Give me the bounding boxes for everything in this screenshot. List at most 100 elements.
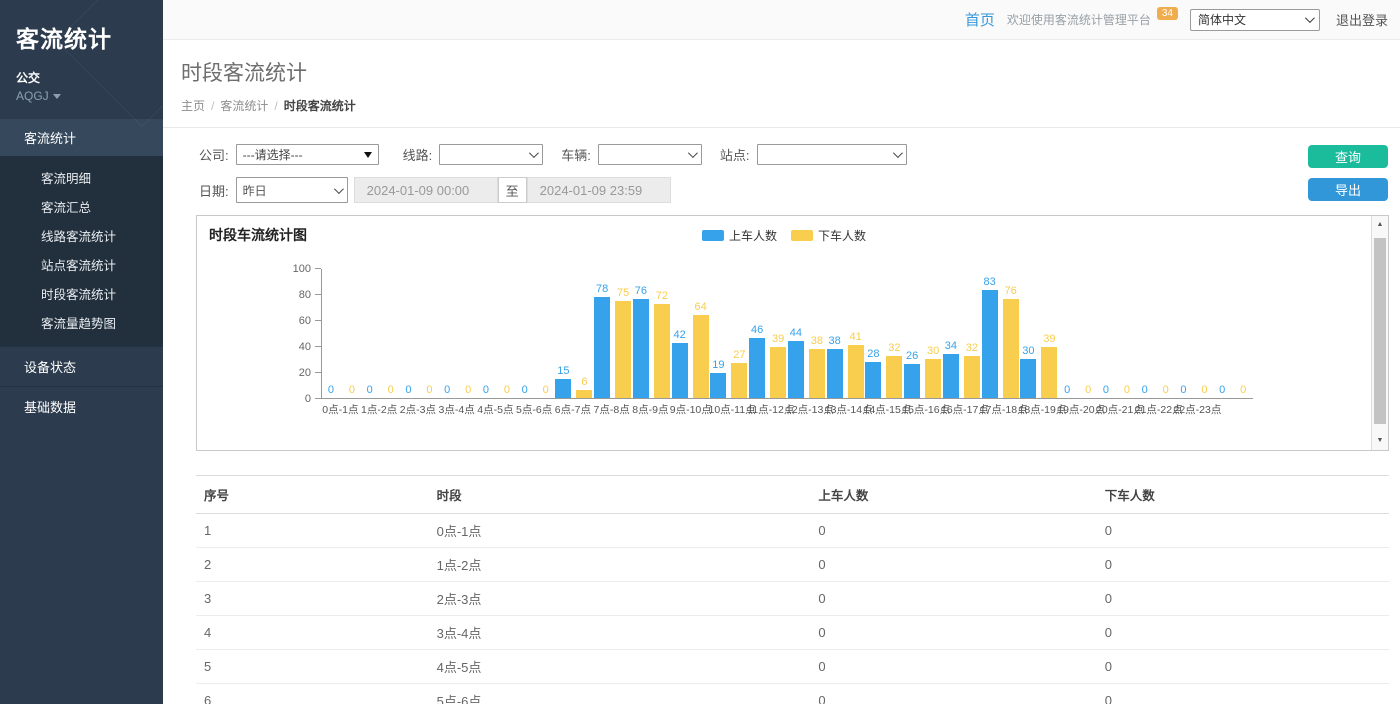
bar-column: 30 (925, 269, 941, 398)
date-to-input[interactable]: 2024-01-09 23:59 (527, 177, 671, 203)
scrollbar-thumb[interactable] (1374, 238, 1386, 424)
date-preset-select[interactable]: 昨日 (236, 177, 348, 203)
sidebar-subitem-客流量趋势图[interactable]: 客流量趋势图 (0, 308, 163, 337)
bar[interactable] (943, 354, 959, 398)
bar-column: 30 (1020, 269, 1036, 398)
sidebar-subitem-线路客流统计[interactable]: 线路客流统计 (0, 221, 163, 250)
app-root: 客流统计 公交 AQGJ 客流统计客流明细客流汇总线路客流统计站点客流统计时段客… (0, 0, 1400, 704)
bar-column: 0 (323, 269, 339, 398)
breadcrumb-item[interactable]: 主页 (181, 99, 205, 113)
bar-value-label: 34 (945, 340, 957, 352)
table-header-cell: 上车人数 (810, 476, 1096, 514)
table-row: 10点-1点00 (196, 514, 1389, 548)
legend-swatch-icon (791, 230, 813, 241)
bar[interactable] (555, 379, 571, 399)
logout-link[interactable]: 退出登录 (1336, 10, 1388, 29)
bar[interactable] (865, 362, 881, 398)
x-tick-label: 12点-13点 (786, 402, 825, 417)
bar-value-label: 0 (1064, 384, 1070, 396)
time-slot-table: 序号时段上车人数下车人数 10点-1点0021点-2点0032点-3点0043点… (196, 475, 1389, 704)
bar-column: 41 (848, 269, 864, 398)
language-select[interactable]: 简体中文 (1190, 9, 1320, 31)
bar-column: 0 (1196, 269, 1212, 398)
bar[interactable] (964, 356, 980, 398)
x-tick-label: 0点-1点 (321, 402, 360, 417)
bar[interactable] (693, 315, 709, 398)
bar[interactable] (1020, 359, 1036, 398)
company-select[interactable]: ---请选择--- (236, 144, 379, 165)
bar[interactable] (925, 359, 941, 398)
query-button[interactable]: 查询 (1308, 145, 1388, 168)
bar-column: 0 (1158, 269, 1174, 398)
date-label: 日期: (199, 181, 229, 200)
export-button[interactable]: 导出 (1308, 178, 1388, 201)
bar[interactable] (615, 301, 631, 399)
bar-value-label: 0 (1103, 384, 1109, 396)
bar[interactable] (1003, 299, 1019, 398)
chart-scrollbar[interactable]: ▲ ▼ (1371, 216, 1388, 450)
bar[interactable] (749, 338, 765, 398)
x-tick-label: 20点-21点 (1096, 402, 1135, 417)
breadcrumb-item[interactable]: 客流统计 (220, 99, 268, 113)
bar[interactable] (594, 297, 610, 398)
topbar-home-link[interactable]: 首页 (965, 9, 995, 30)
table-cell: 0 (1097, 582, 1389, 616)
bar[interactable] (827, 349, 843, 398)
sidebar-subitem-站点客流统计[interactable]: 站点客流统计 (0, 250, 163, 279)
sidebar-item-客流统计[interactable]: 客流统计 (0, 118, 163, 156)
table-cell: 0 (1097, 650, 1389, 684)
sidebar-subitem-客流汇总[interactable]: 客流汇总 (0, 192, 163, 221)
chart-legend: 上车人数下车人数 (702, 227, 866, 244)
legend-item[interactable]: 下车人数 (791, 227, 866, 244)
bar-column: 64 (693, 269, 709, 398)
bar-group: 3841 (826, 269, 865, 398)
station-select[interactable] (757, 144, 907, 165)
chart-y-axis: 020406080100 (209, 269, 321, 399)
bar-value-label: 46 (751, 324, 763, 336)
bar-column: 39 (770, 269, 786, 398)
bar-column: 0 (1137, 269, 1153, 398)
notification-badge[interactable]: 34 (1157, 7, 1178, 20)
bar[interactable] (633, 299, 649, 398)
bar[interactable] (710, 373, 726, 398)
date-from-input[interactable]: 2024-01-09 00:00 (354, 177, 498, 203)
table-cell: 1点-2点 (429, 548, 811, 582)
bar[interactable] (848, 345, 864, 398)
bar[interactable] (576, 390, 592, 398)
sidebar-subitem-时段客流统计[interactable]: 时段客流统计 (0, 279, 163, 308)
legend-item[interactable]: 上车人数 (702, 227, 777, 244)
sidebar-item-基础数据[interactable]: 基础数据 (0, 386, 163, 426)
bar-value-label: 64 (695, 301, 707, 313)
bar[interactable] (1041, 347, 1057, 398)
scroll-up-icon[interactable]: ▲ (1372, 217, 1388, 233)
table-cell: 0 (810, 650, 1096, 684)
table-cell: 0 (810, 616, 1096, 650)
bar-column: 0 (344, 269, 360, 398)
legend-swatch-icon (702, 230, 724, 241)
chevron-down-icon (688, 148, 698, 158)
bar[interactable] (770, 347, 786, 398)
bar[interactable] (654, 304, 670, 398)
bar[interactable] (886, 356, 902, 398)
bar-group: 3432 (942, 269, 981, 398)
bar-value-label: 0 (349, 384, 355, 396)
page-heading: 时段客流统计 主页/客流统计/时段客流统计 (163, 40, 1400, 128)
bar[interactable] (982, 290, 998, 398)
bar[interactable] (672, 343, 688, 398)
company-label: 公司: (199, 145, 229, 164)
bar[interactable] (788, 341, 804, 398)
vehicle-select[interactable] (598, 144, 702, 165)
bar-value-label: 0 (1142, 384, 1148, 396)
chevron-down-icon (1305, 13, 1315, 23)
scroll-down-icon[interactable]: ▼ (1372, 433, 1388, 449)
bar-column: 38 (827, 269, 843, 398)
sidebar-item-设备状态[interactable]: 设备状态 (0, 346, 163, 386)
bar[interactable] (731, 363, 747, 398)
triangle-down-icon (364, 152, 372, 158)
bar[interactable] (809, 349, 825, 398)
bar-column: 0 (517, 269, 533, 398)
bar[interactable] (904, 364, 920, 398)
sidebar-subitem-客流明细[interactable]: 客流明细 (0, 163, 163, 192)
org-selector[interactable]: AQGJ (16, 89, 147, 103)
line-select[interactable] (439, 144, 543, 165)
